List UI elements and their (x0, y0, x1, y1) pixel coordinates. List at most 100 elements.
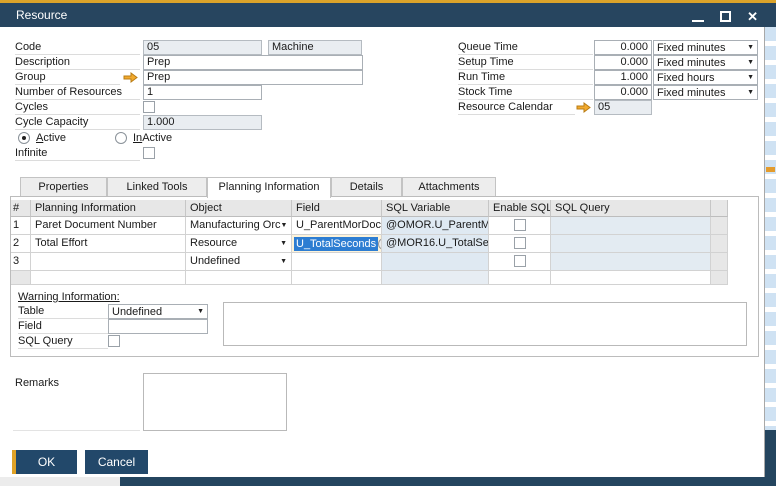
setup-time-input[interactable]: 0.000 (594, 55, 652, 70)
field-cell[interactable] (292, 253, 382, 271)
field-cell-selected[interactable]: U_TotalSeconds≡ (292, 235, 382, 253)
table-header-row: # Planning Information Object Field SQL … (11, 200, 728, 217)
description-label: Description (15, 55, 140, 70)
warning-table-label: Table (18, 304, 108, 319)
enable-sql-cell (489, 253, 551, 271)
planning-information-cell[interactable]: Total Effort (31, 235, 186, 253)
inactive-radio[interactable] (115, 132, 127, 144)
sql-variable-cell: @MOR16.U_TotalSeco (382, 235, 489, 253)
column-header: Planning Information (31, 200, 186, 217)
resource-calendar-input[interactable]: 05 (594, 100, 652, 115)
queue-time-input[interactable]: 0.000 (594, 40, 652, 55)
filler-cell (711, 235, 728, 253)
enable-sql-checkbox[interactable] (513, 237, 526, 249)
maximize-icon[interactable] (720, 11, 732, 22)
enable-sql-checkbox[interactable] (513, 219, 526, 231)
object-select-cell[interactable]: Resource ▼ (186, 235, 292, 253)
table-row-empty (11, 271, 728, 285)
sql-variable-cell: @OMOR.U_ParentMo (382, 217, 489, 235)
resource-calendar-label: Resource Calendar (458, 100, 575, 115)
background-window-sliver-footer (765, 430, 776, 477)
remarks-text-area[interactable] (143, 373, 287, 431)
object-select-cell[interactable]: Manufacturing Orc ▼ (186, 217, 292, 235)
column-header-filler (711, 200, 728, 217)
column-header: Enable SQL? (489, 200, 551, 217)
row-number-cell: 2 (11, 235, 31, 253)
run-time-unit-select[interactable]: Fixed hours ▼ (653, 70, 758, 85)
filler-cell (711, 217, 728, 235)
sql-query-cell (551, 235, 711, 253)
group-link-arrow-icon[interactable] (123, 72, 138, 83)
tab-properties[interactable]: Properties (20, 177, 107, 197)
stock-time-input[interactable]: 0.000 (594, 85, 652, 100)
cancel-button[interactable]: Cancel (85, 450, 148, 474)
chevron-down-icon: ▼ (747, 44, 754, 51)
remarks-row-divider (13, 430, 140, 431)
enable-sql-cell (489, 217, 551, 235)
warning-text-area[interactable] (223, 302, 747, 346)
minimize-icon[interactable] (692, 20, 705, 22)
warning-table-select[interactable]: Undefined ▼ (108, 304, 208, 319)
run-time-input[interactable]: 1.000 (594, 70, 652, 85)
number-of-resources-label: Number of Resources (15, 85, 140, 100)
background-window-sliver-accent (766, 167, 775, 172)
ok-button[interactable]: OK (12, 450, 77, 474)
warning-information-title: Warning Information: (18, 291, 120, 303)
dialog-bottom-margin (0, 477, 120, 486)
stock-time-unit-select[interactable]: Fixed minutes ▼ (653, 85, 758, 100)
close-icon[interactable]: ✕ (747, 9, 758, 24)
inactive-radio-label: InActive (133, 132, 173, 144)
tab-attachments[interactable]: Attachments (402, 177, 496, 197)
cycles-checkbox[interactable] (143, 101, 155, 113)
tab-planning-information[interactable]: Planning Information (207, 177, 331, 198)
tab-linked-tools[interactable]: Linked Tools (107, 177, 207, 197)
row-number-cell: 3 (11, 253, 31, 271)
title-bar: Resource ✕ (0, 0, 776, 27)
background-window-bottom-bar (120, 477, 776, 486)
queue-time-unit-select[interactable]: Fixed minutes ▼ (653, 40, 758, 55)
enable-sql-cell (489, 235, 551, 253)
number-of-resources-input[interactable]: 1 (143, 85, 262, 100)
stock-time-label: Stock Time (458, 85, 593, 100)
setup-time-unit-select[interactable]: Fixed minutes ▼ (653, 55, 758, 70)
chevron-down-icon: ▼ (280, 222, 288, 229)
chevron-down-icon: ▼ (197, 308, 204, 315)
code-label: Code (15, 40, 140, 55)
cycle-capacity-label: Cycle Capacity (15, 115, 140, 130)
column-header: Object (186, 200, 292, 217)
cycle-capacity-input[interactable]: 1.000 (143, 115, 262, 130)
window-title: Resource (16, 8, 68, 22)
chevron-down-icon: ▼ (280, 240, 287, 247)
group-input[interactable]: Prep (143, 70, 363, 85)
chevron-down-icon: ▼ (747, 74, 754, 81)
setup-time-label: Setup Time (458, 55, 593, 70)
sql-variable-cell (382, 253, 489, 271)
description-input[interactable]: Prep (143, 55, 363, 70)
infinite-checkbox[interactable] (143, 147, 155, 159)
column-header: # (11, 200, 31, 217)
cycles-label: Cycles (15, 100, 140, 115)
background-window-sliver (765, 27, 776, 430)
enable-sql-checkbox[interactable] (513, 255, 526, 267)
column-header: Field (292, 200, 382, 217)
warning-field-label: Field (18, 319, 108, 334)
resource-calendar-link-arrow-icon[interactable] (576, 102, 591, 113)
infinite-label: Infinite (15, 146, 140, 161)
field-cell[interactable]: U_ParentMorDocNum (292, 217, 382, 235)
planning-information-cell[interactable] (31, 253, 186, 271)
planning-information-table: # Planning Information Object Field SQL … (11, 200, 728, 285)
tab-details[interactable]: Details (331, 177, 402, 197)
warning-sql-query-checkbox[interactable] (108, 335, 120, 347)
run-time-label: Run Time (458, 70, 593, 85)
object-select-cell[interactable]: Undefined ▼ (186, 253, 292, 271)
code-type-input[interactable]: Machine (268, 40, 362, 55)
column-header: SQL Variable (382, 200, 489, 217)
warning-field-input[interactable] (108, 319, 208, 334)
active-radio[interactable] (18, 132, 30, 144)
table-row: 3 Undefined ▼ (11, 253, 728, 271)
planning-information-cell[interactable]: Paret Document Number (31, 217, 186, 235)
code-input[interactable]: 05 (143, 40, 262, 55)
remarks-label: Remarks (15, 377, 60, 389)
chevron-down-icon: ▼ (747, 89, 754, 96)
sql-query-cell (551, 217, 711, 235)
